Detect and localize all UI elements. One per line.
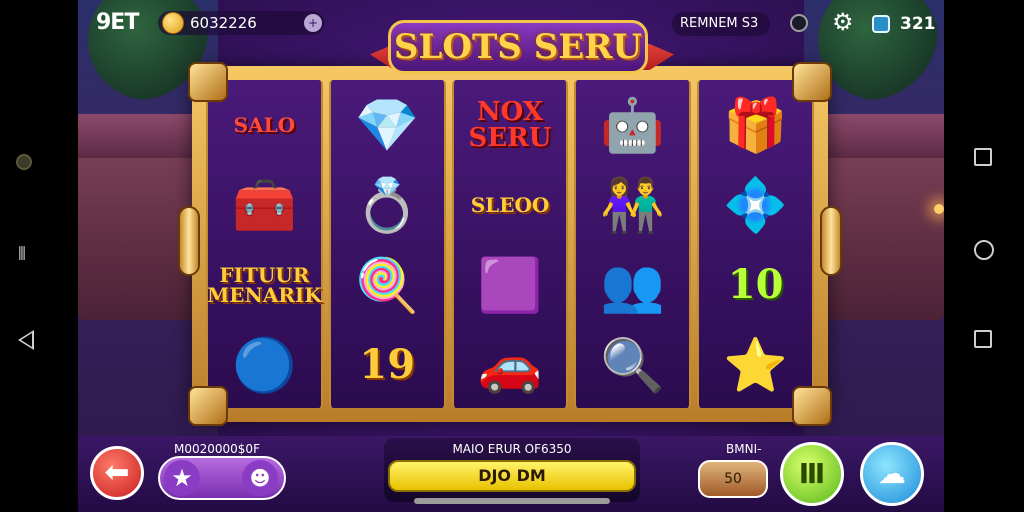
calendar-icon[interactable]: [872, 15, 890, 33]
treasure-chest-icon: 🧰: [232, 175, 297, 236]
gold-ring-icon: 💍: [354, 175, 420, 236]
bet-selector[interactable]: 50: [698, 460, 768, 498]
frame-knob-left: [178, 206, 200, 276]
lollipop-icon: 🍭: [354, 255, 420, 316]
frame-corner-br: [792, 386, 832, 426]
number-19-symbol: 19: [331, 326, 444, 404]
frame-corner-tr: [792, 62, 832, 102]
purple-gem-icon: 🟪: [477, 255, 543, 316]
spin-base: [414, 498, 610, 504]
blue-gem-icon: 💎: [354, 95, 420, 156]
brand-logo: 9ET: [96, 10, 139, 35]
recent-apps-icon[interactable]: ⦀: [18, 244, 26, 265]
reel-3: NOX SERU SLEOO 🟪 🚗: [451, 80, 569, 408]
robot-icon[interactable]: ☻: [242, 460, 278, 496]
wild-twins-icon: 👫: [600, 175, 666, 236]
game-screen: 9ET 6032226 + REMNEM S3 ⚙ 321 SALO 🧰 FITUU…: [78, 0, 944, 512]
toggle-icon[interactable]: [790, 14, 808, 32]
spin-label: MAIO ERUR OF6350: [452, 442, 572, 456]
counter-value: 321: [900, 14, 936, 34]
info-button[interactable]: ☁: [860, 442, 924, 506]
reel-2: 💎 💍 🍭 19: [328, 80, 446, 408]
star-icon[interactable]: ★: [164, 460, 200, 496]
autoplay-button[interactable]: Ⅲ: [780, 442, 844, 506]
hut-right: [824, 150, 944, 320]
reel-4: 🤖 👫 👥 🔍: [574, 80, 692, 408]
bet-value: 50: [724, 471, 742, 487]
fitur-menarik-symbol-text: FITUUR MENARIK: [207, 263, 322, 307]
fitur-menarik-symbol: FITUUR MENARIK: [207, 246, 322, 324]
spin-button[interactable]: DJO DM: [388, 460, 636, 492]
magnifier-icon: 🔍: [600, 335, 666, 396]
character-boy-symbol-text: SALO: [233, 113, 296, 137]
frame-corner-bl: [188, 386, 228, 426]
slot-machine-frame: SALO 🧰 FITUUR MENARIK 🔵 💎 💍 🍭 19 NOX SERU SLEOO 🟪 🚗…: [192, 66, 828, 422]
toy-car-icon: 🚗: [477, 335, 543, 396]
camera-icon: [16, 154, 32, 170]
add-coins-button[interactable]: +: [304, 14, 322, 32]
pink-gem-icon: 💠: [723, 175, 788, 236]
reel-1: SALO 🧰 FITUUR MENARIK 🔵: [206, 80, 323, 408]
game-title: SLOTS SERU: [388, 20, 648, 74]
robot-mascot-icon: 🤖: [600, 95, 666, 156]
nav-back-icon[interactable]: [18, 330, 34, 350]
bet-label: BMNI-: [726, 442, 762, 456]
status-text: REMNEM S3: [680, 16, 759, 31]
nox-seru-symbol: NOX SERU: [454, 86, 567, 164]
nox-seru-symbol-text: NOX SERU: [468, 97, 552, 153]
reel-5: 🎁 💠 10 ⭐: [697, 80, 814, 408]
device-left-bezel: ⦀: [0, 0, 78, 512]
sleoo-bonus-symbol: SLEOO: [454, 166, 567, 244]
gear-icon[interactable]: ⚙: [832, 10, 854, 34]
nav-recents-icon[interactable]: [974, 330, 992, 348]
lantern-right: [934, 204, 944, 214]
frame-knob-right: [820, 206, 842, 276]
frame-corner-tl: [188, 62, 228, 102]
sleoo-bonus-symbol-text: SLEOO: [470, 193, 550, 217]
back-arrow-button[interactable]: ⬅: [90, 446, 144, 500]
number-19-symbol-text: 19: [359, 341, 416, 388]
number-10-symbol: 10: [699, 246, 812, 324]
balance-amount: 6032226: [190, 14, 257, 32]
twins-icon: 👥: [600, 255, 666, 316]
left-label: M0020000$0F: [174, 442, 260, 456]
number-10-symbol-text: 10: [727, 261, 784, 308]
coin-icon: [162, 12, 184, 34]
nav-square-icon[interactable]: [974, 148, 992, 166]
reels-container: SALO 🧰 FITUUR MENARIK 🔵 💎 💍 🍭 19 NOX SERU SLEOO 🟪 🚗…: [206, 80, 814, 408]
nav-home-icon[interactable]: [974, 240, 994, 260]
